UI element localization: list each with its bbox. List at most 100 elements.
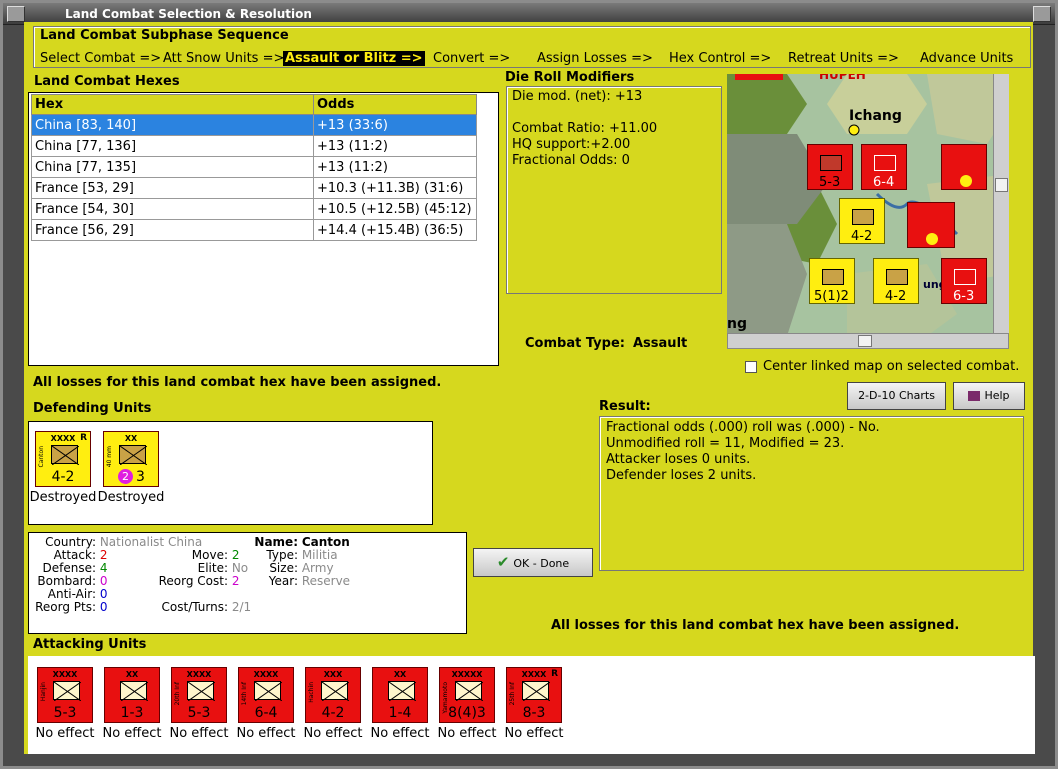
antiair-label: Anti-Air: [47, 587, 96, 601]
unit-status: No effect [169, 726, 229, 741]
reserve-mark: R [551, 669, 558, 679]
defending-counter[interactable]: XXXX Canton 4-2 R [35, 431, 91, 487]
unit-name: Hanjin [40, 682, 47, 702]
reorgcost-label: Reorg Cost: [158, 574, 228, 588]
hex-cell: France [53, 29] [31, 177, 314, 199]
attacking-counter[interactable]: XXXXX Yamamoto 8(4)3 [439, 667, 495, 723]
result-title: Result: [599, 399, 651, 414]
close-icon[interactable] [1033, 6, 1051, 22]
defending-title: Defending Units [33, 401, 152, 416]
unit-extra-badge: 2 [118, 469, 133, 484]
col-hex[interactable]: Hex [31, 94, 314, 115]
map-counter-canton[interactable]: 4-2 [839, 198, 885, 244]
elite-value: No [231, 561, 249, 575]
hex-cell: China [77, 136] [31, 135, 314, 157]
map-counter-yellow-1[interactable]: 5(1)2 [809, 258, 855, 304]
name-label: Name: [254, 535, 298, 549]
unit-symbol-icon [120, 681, 149, 702]
unit-name: Canton [38, 446, 45, 468]
hex-cell: China [77, 135] [31, 156, 314, 178]
hexes-title: Land Combat Hexes [34, 74, 180, 89]
map-hscroll-thumb[interactable] [858, 335, 872, 347]
map-counter-air-2[interactable] [907, 202, 955, 248]
subphase-step-1: Att Snow Units => [163, 51, 285, 66]
hex-row[interactable]: China [77, 136] +13 (11:2) [31, 135, 477, 157]
modifier-line: Die mod. (net): +13 [512, 89, 643, 104]
unit-name: 20th Inf [174, 682, 181, 706]
map-counter-air-1[interactable] [941, 144, 987, 190]
attacking-counter[interactable]: XXXX Hanjin 5-3 [37, 667, 93, 723]
unit-size: XX [125, 670, 139, 679]
hex-row[interactable]: France [56, 29] +14.4 (+15.4B) (36:5) [31, 219, 477, 241]
system-menu-icon[interactable] [7, 6, 25, 22]
hex-row[interactable]: France [54, 30] +10.5 (+12.5B) (45:12) [31, 198, 477, 220]
year-row: Year: Reserve [252, 574, 350, 588]
attacking-counter[interactable]: XX 1-4 [372, 667, 428, 723]
move-label: Move: [191, 548, 228, 562]
help-button[interactable]: Help [953, 382, 1025, 410]
ok-done-button[interactable]: ✔ OK - Done [473, 548, 593, 577]
unit-symbol-icon [187, 681, 216, 702]
hex-row[interactable]: China [83, 140] +13 (33:6) [31, 114, 477, 136]
reorg-row: Reorg Pts: 0 [32, 600, 107, 614]
map-counter-red-3[interactable]: 6-3 [941, 258, 987, 304]
unit-strength: 4-2 [321, 705, 345, 721]
country-label: Country: [45, 535, 96, 549]
map-counter-yellow-2[interactable]: 4-2 [873, 258, 919, 304]
window-title: Land Combat Selection & Resolution [65, 7, 312, 21]
unit-size: XXXX [186, 670, 212, 679]
attacking-title: Attacking Units [33, 637, 147, 652]
unit-status: No effect [35, 726, 95, 741]
center-map-checkbox[interactable] [745, 361, 757, 373]
unit-status: No effect [370, 726, 430, 741]
map-counter-red-1[interactable]: 5-3 [807, 144, 853, 190]
type-value: Militia [301, 548, 338, 562]
hex-cell: France [56, 29] [31, 219, 314, 241]
hex-row[interactable]: France [53, 29] +10.3 (+11.3B) (31:6) [31, 177, 477, 199]
hex-row[interactable]: China [77, 135] +13 (11:2) [31, 156, 477, 178]
charts-button[interactable]: 2-D-10 Charts [847, 382, 946, 410]
bombard-label: Bombard: [37, 574, 96, 588]
size-value: Army [301, 561, 334, 575]
costturns-label: Cost/Turns: [161, 600, 228, 614]
map-vscrollbar[interactable] [993, 74, 1009, 336]
attacking-counter[interactable]: XXXX 20th Inf 5-3 [171, 667, 227, 723]
map-counter-red-2[interactable]: 6-4 [861, 144, 907, 190]
unit-symbol-icon [388, 681, 417, 702]
unit-status: No effect [236, 726, 296, 741]
attacking-counter[interactable]: XXX Hachin 4-2 [305, 667, 361, 723]
bombard-row: Bombard: 0 [32, 574, 107, 588]
attack-value: 2 [99, 548, 108, 562]
unit-status: Destroyed [97, 490, 165, 505]
type-label: Type: [266, 548, 298, 562]
elite-label: Elite: [197, 561, 228, 575]
country-row: Country: Nationalist China [32, 535, 202, 549]
hexes-table: Hex Odds China [83, 140] +13 (33:6) China … [31, 94, 477, 241]
map-vscroll-thumb[interactable] [995, 178, 1008, 192]
attacking-counter[interactable]: XXXX 25th Inf 8-3 R [506, 667, 562, 723]
defending-counter[interactable]: XX 40 mm 2 3 [103, 431, 159, 487]
unit-strength: 1-4 [388, 705, 412, 721]
map-hscrollbar[interactable] [727, 333, 1009, 349]
attacking-counter[interactable]: XX 1-3 [104, 667, 160, 723]
costturns-value: 2/1 [231, 600, 252, 614]
col-odds[interactable]: Odds [313, 94, 477, 115]
odds-cell: +13 (11:2) [313, 135, 477, 157]
result-line: Attacker loses 0 units. [606, 452, 751, 467]
unit-symbol-icon [254, 681, 283, 702]
reorg-value: 0 [99, 600, 108, 614]
size-row: Size: Army [252, 561, 334, 575]
attacking-counter[interactable]: XXXX 14th Inf 6-4 [238, 667, 294, 723]
help-label: Help [984, 389, 1010, 402]
modifier-line: Combat Ratio: +11.00 [512, 121, 658, 136]
linked-map[interactable]: HUPEH Ichang ng ung 5-3 6-4 4-2 5(1)2 4-… [727, 74, 1009, 336]
reorgcost-value: 2 [231, 574, 240, 588]
odds-cell: +13 (11:2) [313, 156, 477, 178]
unit-symbol-icon [455, 681, 484, 702]
result-line: Unmodified roll = 11, Modified = 23. [606, 436, 845, 451]
unit-name: 14th Inf [241, 682, 248, 706]
unit-strength: 5-3 [187, 705, 211, 721]
center-map-label: Center linked map on selected combat. [763, 359, 1020, 374]
unit-size: XXX [323, 670, 343, 679]
checkmark-icon: ✔ [496, 553, 510, 571]
